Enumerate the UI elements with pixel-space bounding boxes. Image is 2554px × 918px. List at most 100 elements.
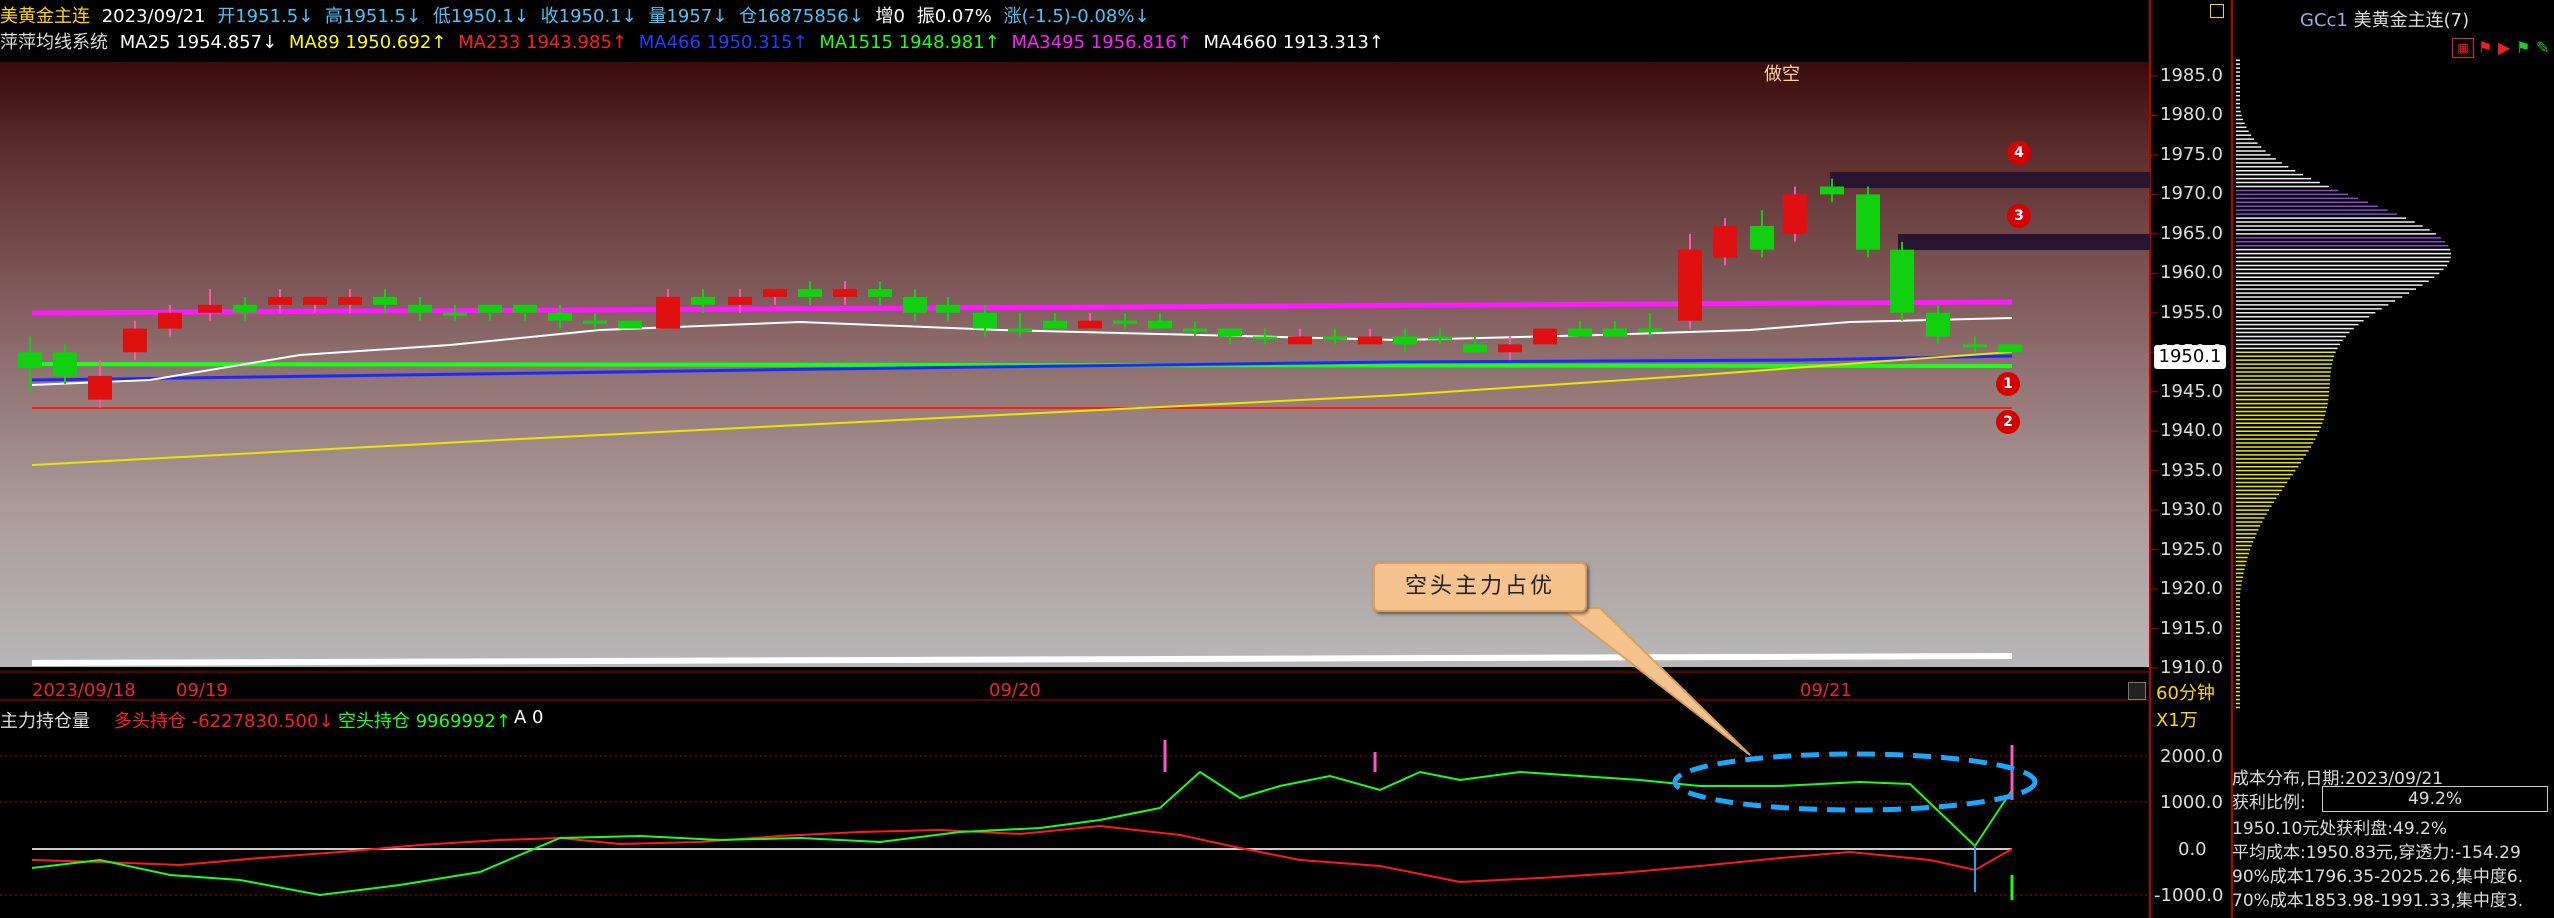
indicator-name[interactable]: 主力持仓量: [0, 707, 90, 733]
callout-pointer: [1557, 607, 1751, 756]
wrench-icon[interactable]: ✎: [2536, 38, 2549, 57]
candle-body: [798, 289, 822, 298]
flag-green-icon[interactable]: ⚑: [2516, 38, 2530, 57]
candle-body: [1393, 336, 1417, 345]
candle-body: [1783, 194, 1807, 234]
avg-cost-line: 平均成本:1950.83元,穿透力:-154.29: [2232, 843, 2521, 863]
marker-2[interactable]: 2: [1996, 410, 2020, 434]
price-tick-1955: 1955.0: [2160, 301, 2223, 323]
axis-settings-icon[interactable]: [2210, 4, 2224, 18]
panel-code: GCc1: [2300, 10, 2348, 31]
candle-body: [1856, 194, 1880, 250]
candle-body: [1428, 336, 1452, 340]
price-ticks: [2150, 75, 2158, 669]
marker-1[interactable]: 1: [1996, 372, 2020, 396]
candle-body: [1008, 328, 1032, 332]
candle-body: [583, 320, 607, 324]
ma-lines: [31, 299, 2013, 666]
candle-body: [1998, 344, 2022, 353]
candle-body: [1323, 336, 1347, 340]
candle-body: [1713, 225, 1737, 258]
candle-body: [303, 297, 327, 305]
date-label-0918: 2023/09/18: [32, 680, 136, 701]
period-label[interactable]: 60分钟: [2156, 679, 2215, 705]
scroll-toggle[interactable]: [2128, 682, 2146, 700]
ind-tick-1000: 1000.0: [2160, 792, 2223, 813]
price-tick-1940: 1940.0: [2160, 420, 2223, 442]
price-tick-1925: 1925.0: [2160, 538, 2223, 560]
price-tick-1935: 1935.0: [2160, 459, 2223, 481]
date-label-0921: 09/21: [1800, 680, 1852, 701]
candle-body: [268, 297, 292, 305]
date-label-0920: 09/20: [989, 680, 1041, 701]
long-position-line: [31, 824, 2013, 884]
candle-body: [833, 289, 857, 298]
candle-body: [1288, 336, 1312, 345]
a-label: A 0: [514, 707, 544, 728]
scale-label: X1万: [2156, 710, 2198, 731]
candle-body: [548, 312, 572, 321]
candle-body: [443, 312, 467, 316]
ind-tick-2000: 2000.0: [2160, 746, 2223, 767]
candle-body: [618, 320, 642, 329]
candle-body: [1218, 328, 1242, 337]
ind-tick-minus1000: -1000.0: [2154, 885, 2224, 906]
candle-body: [1148, 320, 1172, 329]
indicator-lines: [31, 740, 2014, 900]
candle-body: [18, 352, 42, 369]
date-label-0919: 09/19: [176, 680, 228, 701]
resistance-zone-3: [1898, 234, 2150, 250]
resistance-zone-4: [1830, 172, 2150, 188]
ma4660-line: [31, 653, 2013, 666]
candle-body: [656, 297, 680, 329]
candle-body: [123, 328, 147, 353]
cost-90-line: 90%成本1796.35-2025.26,集中度6.: [2232, 867, 2524, 887]
candle-body: [1638, 328, 1662, 332]
candle-body: [936, 304, 960, 313]
candle-body: [1820, 186, 1844, 195]
price-tick-1975: 1975.0: [2160, 143, 2223, 165]
panel-name: 美黄金主连(7): [2353, 10, 2470, 31]
short-position-label: 空头持仓 9969992↑: [338, 711, 511, 732]
candle-body: [373, 297, 397, 305]
marker-4[interactable]: 4: [2007, 141, 2031, 165]
panel-title: GCc1 美黄金主连(7): [2300, 6, 2469, 32]
candle-body: [973, 312, 997, 329]
candle-body: [53, 352, 77, 376]
price-tick-1915: 1915.0: [2160, 617, 2223, 639]
candle-body: [868, 289, 892, 298]
candle-body: [763, 289, 787, 298]
profit-line: 1950.10元处获利盘:49.2%: [2232, 819, 2448, 839]
profit-ratio-label: 获利比例:: [2232, 793, 2306, 813]
candle-body: [1678, 249, 1702, 321]
ma466-line: [31, 354, 2013, 382]
candle-body: [1533, 328, 1557, 345]
candle-body: [338, 297, 362, 305]
candle-body: [1568, 328, 1592, 337]
candle-body: [1926, 312, 1950, 337]
candle-body: [1963, 344, 1987, 348]
arrow-right-icon[interactable]: ▶: [2498, 38, 2510, 57]
candle-body: [1043, 320, 1067, 329]
candle-body: [1498, 344, 1522, 353]
price-tick-1970: 1970.0: [2160, 183, 2223, 205]
ma3495-line: [31, 299, 2013, 316]
candle-body: [1358, 336, 1382, 345]
current-price-tag: 1950.1: [2154, 345, 2226, 369]
grid-icon[interactable]: ▦: [2452, 38, 2474, 58]
price-tick-1920: 1920.0: [2160, 578, 2223, 600]
price-tick-1980: 1980.0: [2160, 104, 2223, 126]
candle-body: [1183, 328, 1207, 332]
candle-body: [88, 375, 112, 400]
price-tick-1960: 1960.0: [2160, 262, 2223, 284]
short-annotation: 做空: [1764, 64, 1800, 85]
candle-body: [513, 304, 537, 313]
marker-3[interactable]: 3: [2007, 204, 2031, 228]
flag-red-icon[interactable]: ⚑: [2478, 38, 2492, 57]
ind-tick-0: 0.0: [2178, 839, 2207, 860]
candle-body: [478, 304, 502, 313]
long-position-label: 多头持仓 -6227830.500↓: [114, 711, 334, 732]
candle-body: [408, 304, 432, 313]
candle-body: [158, 312, 182, 329]
price-tick-1985: 1985.0: [2160, 65, 2223, 86]
